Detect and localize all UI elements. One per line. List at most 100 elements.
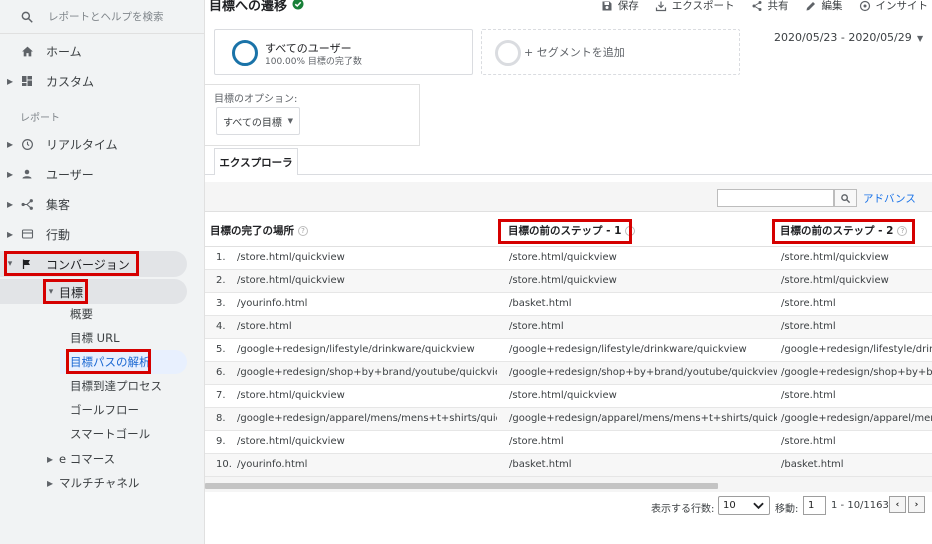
cell-previous-step-2[interactable]: /basket.html <box>781 459 932 470</box>
cell-completion-location[interactable]: /yourinfo.html <box>237 298 497 309</box>
person-icon <box>20 167 34 181</box>
cell-completion-location[interactable]: /google+redesign/apparel/mens/mens+t+shi… <box>237 413 497 424</box>
table-row[interactable]: 9. /store.html/quickview/store.html/store… <box>205 431 932 454</box>
tab-explorer[interactable]: エクスプローラ <box>214 148 298 175</box>
cell-completion-location[interactable]: /store.html <box>237 321 497 332</box>
sidebar-item-goals[interactable]: ▾ 目標 <box>0 279 205 305</box>
table-row[interactable]: 7. /store.html/quickview/store.html/quick… <box>205 385 932 408</box>
goto-page-input[interactable]: 1 <box>803 496 826 515</box>
cell-previous-step-1[interactable]: /basket.html <box>509 298 777 309</box>
cell-previous-step-1[interactable]: /google+redesign/apparel/mens/mens+t+shi… <box>509 413 777 424</box>
cell-previous-step-2[interactable]: /store.html <box>781 390 932 401</box>
insights-button[interactable]: インサイト <box>859 0 928 13</box>
cell-completion-location[interactable]: /store.html/quickview <box>237 390 497 401</box>
annotation-box-goals <box>43 279 88 304</box>
sidebar-item-realtime[interactable]: ▸ リアルタイム <box>0 131 205 157</box>
column-header-label: 目標の完了の場所 <box>210 225 294 237</box>
column-header-completion-location[interactable]: 目標の完了の場所? <box>210 223 308 238</box>
sidebar-item-goal-flow[interactable]: ゴールフロー <box>70 399 139 421</box>
share-icon <box>752 0 761 11</box>
sidebar-item-users[interactable]: ▸ ユーザー <box>0 161 205 187</box>
table-row[interactable]: 6. /google+redesign/shop+by+brand/youtube… <box>205 362 932 385</box>
save-label: 保存 <box>617 0 639 12</box>
sidebar-item-label: マルチチャネル <box>59 476 140 490</box>
cell-previous-step-1[interactable]: /store.html/quickview <box>509 275 777 286</box>
table-row[interactable]: 8. /google+redesign/apparel/mens/mens+t+s… <box>205 408 932 431</box>
caret-right-icon: ▸ <box>6 167 14 181</box>
dashboard-icon <box>20 74 34 88</box>
segment-card-all-users[interactable]: すべてのユーザー 100.00% 目標の完了数 <box>214 29 473 75</box>
cell-previous-step-1[interactable]: /google+redesign/shop+by+brand/youtube/q… <box>509 367 777 378</box>
sidebar-item-goal-overview[interactable]: 概要 <box>70 303 93 325</box>
table-row[interactable]: 10. /yourinfo.html/basket.html/basket.htm… <box>205 454 932 477</box>
row-index: 8. <box>216 413 226 424</box>
cell-completion-location[interactable]: /google+redesign/lifestyle/drinkware/qui… <box>237 344 497 355</box>
dropdown-arrow-icon: ▼ <box>287 117 293 125</box>
page-range-text: 1 - 10/1163 <box>831 500 889 511</box>
sidebar-search[interactable]: レポートとヘルプを検索 <box>0 0 204 34</box>
cell-previous-step-1[interactable]: /google+redesign/lifestyle/drinkware/qui… <box>509 344 777 355</box>
sidebar-item-funnel[interactable]: 目標到達プロセス <box>70 375 162 397</box>
share-button[interactable]: 共有 <box>751 0 789 13</box>
cell-previous-step-1[interactable]: /store.html <box>509 321 777 332</box>
cell-completion-location[interactable]: /store.html/quickview <box>237 275 497 286</box>
chevron-down-icon[interactable]: ▼ <box>917 34 923 43</box>
caret-right-icon: ▸ <box>46 476 54 490</box>
cell-previous-step-2[interactable]: /google+redesign/shop+by+brand/youtube/q… <box>781 367 932 378</box>
table-search-button[interactable] <box>834 189 857 207</box>
table-row[interactable]: 1. /store.html/quickview/store.html/quick… <box>205 247 932 270</box>
save-button[interactable]: 保存 <box>601 0 639 13</box>
table-search-input[interactable] <box>717 189 834 207</box>
acquisition-icon <box>20 197 34 211</box>
pencil-icon <box>806 1 815 10</box>
sidebar-item-goal-urls[interactable]: 目標 URL <box>70 327 119 349</box>
row-index: 2. <box>216 275 226 286</box>
sidebar-item-multichannel[interactable]: ▸ マルチチャネル <box>0 470 205 496</box>
table-row[interactable]: 4. /store.html/store.html/store.html <box>205 316 932 339</box>
cell-previous-step-2[interactable]: /store.html/quickview <box>781 252 932 263</box>
add-segment-button[interactable]: + セグメントを追加 <box>481 29 740 75</box>
export-button[interactable]: エクスポート <box>655 0 735 13</box>
table-row[interactable]: 5. /google+redesign/lifestyle/drinkware/q… <box>205 339 932 362</box>
cell-previous-step-2[interactable]: /google+redesign/lifestyle/drinkware/qui… <box>781 344 932 355</box>
edit-button[interactable]: 編集 <box>805 0 843 13</box>
annotation-box-step-1 <box>498 219 632 244</box>
row-index: 7. <box>216 390 226 401</box>
sidebar-item-ecommerce[interactable]: ▸ e コマース <box>0 446 205 472</box>
horizontal-scrollbar[interactable] <box>205 483 718 489</box>
prev-page-button[interactable]: ‹ <box>889 496 906 513</box>
sidebar-item-custom[interactable]: ▸ カスタム <box>0 68 205 94</box>
goal-options-dropdown[interactable]: すべての目標 ▼ <box>216 107 300 135</box>
main-content: 目標への遷移 保存 エクスポート 共有 編集 インサイト すべてのユーザー 10… <box>205 0 932 544</box>
advanced-search-link[interactable]: アドバンス <box>863 191 916 206</box>
sidebar-item-acquisition[interactable]: ▸ 集客 <box>0 191 205 217</box>
cell-previous-step-1[interactable]: /basket.html <box>509 459 777 470</box>
segment-ring-icon <box>232 40 258 66</box>
table-row[interactable]: 2. /store.html/quickview/store.html/quick… <box>205 270 932 293</box>
table-row[interactable]: 3. /yourinfo.html/basket.html/store.html <box>205 293 932 316</box>
cell-previous-step-1[interactable]: /store.html <box>509 436 777 447</box>
cell-previous-step-2[interactable]: /google+redesign/apparel/mens/mens+t+shi… <box>781 413 932 424</box>
cell-previous-step-1[interactable]: /store.html/quickview <box>509 252 777 263</box>
sidebar-item-label: e コマース <box>59 452 116 466</box>
help-icon[interactable]: ? <box>298 225 308 236</box>
cell-previous-step-2[interactable]: /store.html <box>781 321 932 332</box>
cell-completion-location[interactable]: /store.html/quickview <box>237 436 497 447</box>
chevron-right-icon: › <box>914 499 919 510</box>
rows-per-page-select[interactable]: 10 <box>718 496 770 515</box>
sidebar-item-home[interactable]: ホーム <box>0 38 205 64</box>
sidebar-item-label: ホーム <box>46 44 82 59</box>
next-page-button[interactable]: › <box>908 496 925 513</box>
cell-completion-location[interactable]: /store.html/quickview <box>237 252 497 263</box>
cell-previous-step-2[interactable]: /store.html/quickview <box>781 275 932 286</box>
add-segment-label: + セグメントを追加 <box>524 46 625 59</box>
cell-completion-location[interactable]: /google+redesign/shop+by+brand/youtube/q… <box>237 367 497 378</box>
sidebar-item-smart-goals[interactable]: スマートゴール <box>70 423 150 445</box>
goto-page-value: 1 <box>808 500 815 511</box>
cell-previous-step-1[interactable]: /store.html/quickview <box>509 390 777 401</box>
sidebar-item-behavior[interactable]: ▸ 行動 <box>0 221 205 247</box>
date-range-picker[interactable]: 2020/05/23 - 2020/05/29 <box>774 31 912 44</box>
cell-previous-step-2[interactable]: /store.html <box>781 298 932 309</box>
cell-previous-step-2[interactable]: /store.html <box>781 436 932 447</box>
cell-completion-location[interactable]: /yourinfo.html <box>237 459 497 470</box>
